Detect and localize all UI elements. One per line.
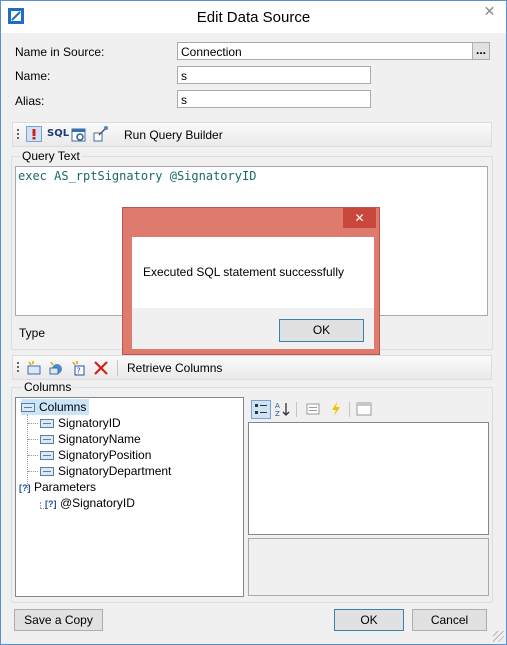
property-grid[interactable]	[248, 422, 489, 535]
browse-button[interactable]: ...	[472, 42, 490, 60]
columns-folder-icon	[21, 403, 35, 413]
parameters-folder-icon: [?]	[19, 482, 31, 493]
toolbar-grip	[17, 129, 19, 141]
retrieve-columns-button[interactable]: Retrieve Columns	[127, 361, 222, 375]
svg-text:?: ?	[77, 367, 81, 376]
query-toolbar: SQL Run Query Builder	[12, 122, 492, 147]
query-text-section-label: Query Text	[20, 149, 82, 163]
dialog-ok-button[interactable]: OK	[279, 319, 364, 342]
tree-column-label: SignatoryID	[58, 416, 121, 430]
toolbar-separator	[117, 360, 118, 376]
message-dialog: ✕ Executed SQL statement successfully OK	[122, 207, 380, 355]
cancel-button[interactable]: Cancel	[412, 609, 487, 631]
column-icon	[40, 451, 54, 461]
columns-tree[interactable]: Columns SignatoryID SignatoryName Signat…	[15, 397, 244, 597]
toolbar-grip	[17, 362, 19, 374]
new-calc-column-icon[interactable]	[48, 360, 64, 376]
new-parameter-icon[interactable]: ?	[70, 360, 86, 376]
svg-text:Z: Z	[275, 410, 280, 417]
events-icon[interactable]	[328, 401, 344, 417]
tree-column-item[interactable]: SignatoryName	[40, 431, 141, 447]
type-label: Type	[19, 326, 46, 340]
dialog-body: Executed SQL statement successfully	[132, 237, 374, 308]
columns-section-label: Columns	[22, 380, 74, 394]
property-description	[248, 538, 489, 596]
toolbar-separator	[349, 402, 350, 417]
tree-parameter-item[interactable]: [?] @SignatoryID	[45, 495, 135, 511]
tree-parameter-label: @SignatoryID	[60, 496, 135, 510]
columns-toolbar: ? Retrieve Columns	[12, 355, 492, 380]
window-title: Edit Data Source	[196, 9, 311, 26]
name-label: Name:	[15, 69, 51, 83]
view-data-icon[interactable]	[71, 127, 87, 143]
tree-line	[28, 423, 38, 424]
delete-icon[interactable]	[93, 360, 109, 376]
tree-column-item[interactable]: SignatoryID	[40, 415, 121, 431]
tree-columns-root[interactable]: Columns	[21, 399, 90, 415]
query-builder-icon[interactable]	[93, 126, 109, 142]
tree-column-label: SignatoryName	[58, 432, 141, 446]
tree-parameters-root-label: Parameters	[34, 480, 97, 494]
alias-field[interactable]: s	[177, 90, 371, 108]
sort-alpha-icon[interactable]: AZ	[275, 401, 291, 418]
name-field[interactable]: s	[177, 66, 371, 84]
exclamation-icon[interactable]	[26, 126, 42, 142]
dialog-message: Executed SQL statement successfully	[143, 265, 344, 279]
run-query-builder-button[interactable]: Run Query Builder	[124, 128, 223, 142]
save-a-copy-button[interactable]: Save a Copy	[14, 609, 103, 631]
properties-icon[interactable]	[305, 401, 321, 417]
window-close-button[interactable]: ✕	[474, 1, 505, 22]
tree-line	[28, 471, 38, 472]
tree-column-label: SignatoryDepartment	[58, 464, 172, 478]
toolbar-separator	[296, 402, 297, 417]
tree-column-label: SignatoryPosition	[58, 448, 152, 462]
property-pages-icon[interactable]	[356, 401, 372, 417]
column-icon	[40, 419, 54, 429]
parameter-icon: [?]	[45, 498, 57, 509]
name-in-source-field[interactable]: Connection	[177, 42, 473, 60]
ok-button[interactable]: OK	[334, 609, 404, 631]
alias-label: Alias:	[15, 94, 45, 108]
dialog-footer: OK	[132, 308, 374, 349]
new-column-icon[interactable]	[26, 360, 42, 376]
tree-line	[28, 455, 38, 456]
column-icon	[40, 435, 54, 445]
dialog-close-button[interactable]: ✕	[343, 208, 376, 228]
title-bar: Edit Data Source ✕	[1, 1, 506, 33]
query-text-content: exec AS_rptSignatory @SignatoryID	[18, 169, 257, 183]
tree-column-item[interactable]: SignatoryDepartment	[40, 463, 171, 479]
categorized-icon[interactable]	[251, 400, 271, 419]
tree-columns-root-label: Columns	[39, 400, 87, 414]
sql-icon[interactable]: SQL	[47, 128, 69, 139]
name-in-source-label: Name in Source:	[15, 45, 105, 59]
tree-column-item[interactable]: SignatoryPosition	[40, 447, 151, 463]
svg-text:A: A	[275, 402, 280, 410]
tree-line	[28, 439, 38, 440]
tree-parameters-root[interactable]: [?] Parameters	[19, 479, 96, 495]
resize-grip[interactable]	[493, 631, 504, 642]
column-icon	[40, 467, 54, 477]
